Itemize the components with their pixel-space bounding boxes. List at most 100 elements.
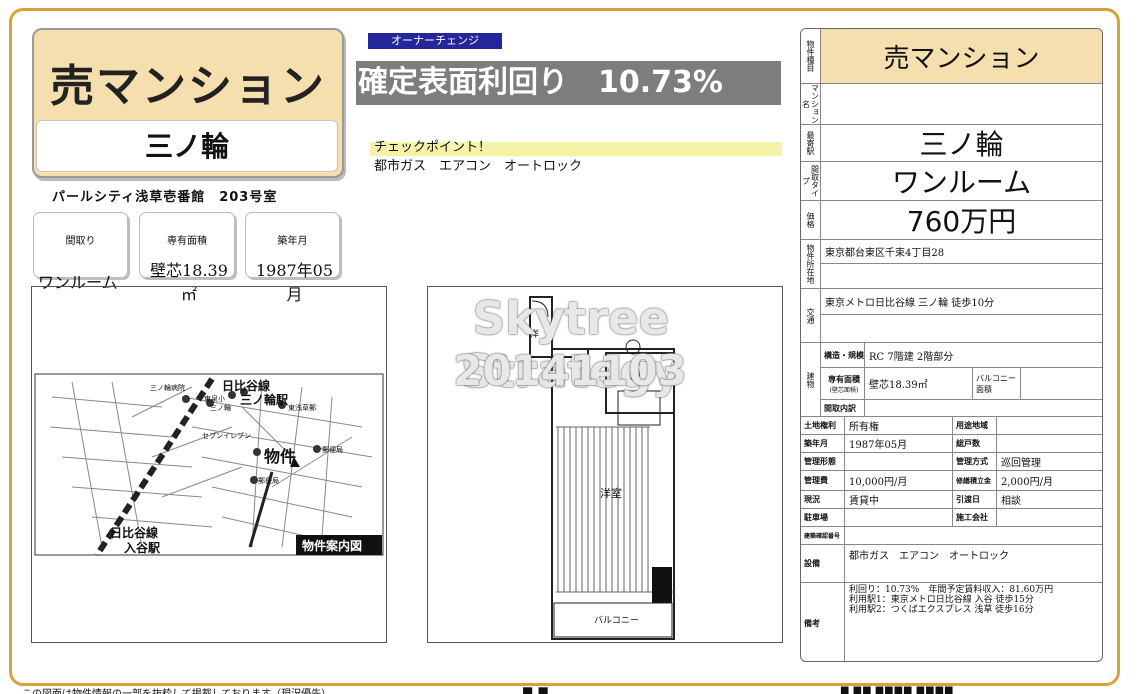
spec-label: 交通 — [801, 289, 821, 342]
footer-note: この図面は物件情報の一部を抜粋して掲載しております（現況優先） — [22, 685, 331, 694]
spec-built-value: 1987年05月 — [845, 435, 953, 452]
spec-sublabel: 設備 — [801, 545, 845, 582]
watermark-date: 20141103 — [453, 346, 687, 395]
spec-status-value: 賃貸中 — [845, 491, 953, 508]
spec-sublabel: 管理費 — [801, 471, 845, 490]
spec-sublabel: 管理方式 — [953, 453, 997, 470]
map-poi-label: 東浅草郵 — [288, 404, 316, 412]
map-station-label: 三ノ輪駅 — [240, 393, 289, 407]
spec-station-value: 三ノ輪 — [919, 128, 1004, 161]
spec-label: 建物 — [801, 343, 821, 416]
spec-row-building: 建物 構造・規模 RC 7階建 2階部分 専有面積 (壁芯面積) 壁芯18.39㎡… — [801, 343, 1102, 417]
spec-label: 物件種目 — [801, 29, 821, 83]
spec-price-value: 760万円 — [906, 205, 1017, 238]
built-card-label: 築年月 — [277, 236, 308, 247]
spec-row-layout: 間取タイプ ワンルーム — [801, 162, 1102, 201]
spec-row-mgmt: 管理形態 管理方式 巡回管理 — [801, 453, 1102, 471]
spec-row-address: 物件所在地 東京都台東区千束4丁目28 — [801, 240, 1102, 289]
spec-equip-value: 都市ガス エアコン オートロック — [849, 551, 1009, 562]
map-property-label: 物件 — [264, 447, 297, 466]
spec-sublabel: 総戸数 — [953, 435, 997, 452]
spec-sublabel: 備考 — [801, 583, 845, 661]
yield-banner: 確定表面利回り 10.73% — [356, 61, 781, 105]
map-poi-label: セブンイレブン — [202, 432, 251, 440]
layout-card-label: 間取り — [65, 236, 96, 247]
spec-label: 価格 — [801, 201, 821, 239]
plan-balcony-label: バルコニー — [594, 616, 639, 626]
spec-sublabel: 用途地域 — [953, 417, 997, 434]
built-card: 築年月 1987年05月 — [245, 212, 340, 304]
spec-mgmt-method-value: 巡回管理 — [1001, 458, 1041, 469]
spec-row-parking: 駐車場 施工会社 — [801, 509, 1102, 527]
spec-sublabel: 施工会社 — [953, 509, 997, 526]
station-box: 三ノ輪 — [36, 120, 338, 172]
spec-traffic-value: 東京メトロ日比谷線 三ノ輪 徒歩10分 — [821, 289, 1102, 315]
spec-row-notes: 備考 利回り：10.73% 年間予定賃料収入：81.60万円 利用駅1：東京メト… — [801, 583, 1102, 661]
spec-row-type: 物件種目 売マンション — [801, 29, 1102, 84]
spec-label: 間取タイプ — [801, 162, 821, 200]
spec-sublabel: 間取内訳 — [821, 400, 865, 417]
plan-room-label: 洋室 — [600, 487, 622, 500]
spec-row-equipment: 設備 都市ガス エアコン オートロック — [801, 545, 1102, 583]
spec-address-value: 東京都台東区千束4丁目28 — [821, 240, 1102, 264]
spec-area-value: 壁芯18.39㎡ — [865, 368, 973, 399]
spec-mgmt-form-value — [845, 453, 953, 470]
spec-repair-value: 2,000円/月 — [1001, 477, 1053, 488]
map-station-label: 入谷駅 — [124, 541, 161, 555]
spec-area-label: 専有面積 — [828, 374, 860, 384]
property-type-title: 売マンション — [50, 61, 326, 112]
spec-land-right-value: 所有権 — [845, 417, 953, 434]
station-name: 三ノ輪 — [144, 130, 229, 163]
spec-notes: 利回り：10.73% 年間予定賃料収入：81.60万円 利用駅1：東京メトロ日比… — [849, 585, 1053, 615]
spec-parking-value — [845, 509, 953, 526]
footer-right: ■ ■■ ■■■■ ■■■■ — [840, 685, 954, 694]
spec-structure-value: RC 7階建 2階部分 — [869, 351, 954, 363]
footer-mark: ■ ■ — [522, 684, 549, 694]
spec-sublabel: 修繕積立金 — [953, 471, 997, 490]
checkpoint-title: チェックポイント！ — [374, 140, 492, 155]
spec-sublabel: 引渡日 — [953, 491, 997, 508]
area-card: 専有面積 壁芯18.39㎡ — [139, 212, 235, 304]
owner-change-badge: オーナーチェンジ — [368, 33, 502, 49]
spec-sublabel: 管理形態 — [801, 453, 845, 470]
spec-sublabel: 築年月 — [801, 435, 845, 452]
spec-row-status: 現況 賃貸中 引渡日 相談 — [801, 491, 1102, 509]
spec-sublabel: 駐車場 — [801, 509, 845, 526]
spec-label: 最寄駅 — [801, 125, 821, 161]
area-card-label: 専有面積 — [167, 236, 207, 247]
spec-row-land: 土地権利 所有権 用途地域 — [801, 417, 1102, 435]
spec-row-fees: 管理費 10,000円/月 修繕積立金 2,000円/月 — [801, 471, 1102, 491]
spec-sublabel: 現況 — [801, 491, 845, 508]
layout-card: 間取り ワンルーム — [33, 212, 128, 292]
spec-sublabel: 構造・規模 — [821, 343, 865, 367]
spec-balcony-label: バルコニー面積 — [973, 368, 1021, 399]
spec-row-price: 価格 760万円 — [801, 201, 1102, 240]
map-poi-label: 三ノ輪 — [210, 404, 231, 412]
spec-note-line: 利用駅1：東京メトロ日比谷線 入谷 徒歩15分 — [849, 595, 1034, 605]
spec-layout-value: ワンルーム — [891, 166, 1032, 199]
checkpoint-items: 都市ガス エアコン オートロック — [374, 159, 583, 174]
spec-handover-value: 相談 — [1001, 496, 1021, 507]
spec-label: マンション名 — [801, 84, 821, 124]
map-caption: 物件案内図 — [302, 539, 363, 553]
spec-note-line: 利回り：10.73% 年間予定賃料収入：81.60万円 — [849, 585, 1054, 595]
spec-structure: 構造・規模 RC 7階建 2階部分 — [821, 343, 1102, 368]
spec-row-permit: 建築確認番号 — [801, 527, 1102, 545]
spec-sublabel: 専有面積 (壁芯面積) — [821, 368, 865, 399]
spec-mgmt-fee-value: 10,000円/月 — [845, 471, 953, 490]
spec-row-built: 築年月 1987年05月 総戸数 — [801, 435, 1102, 453]
spec-table: 物件種目 売マンション マンション名 最寄駅 三ノ輪 間取タイプ ワンルーム 価… — [800, 28, 1103, 662]
spec-row-station: 最寄駅 三ノ輪 — [801, 125, 1102, 162]
spec-layout-detail: 間取内訳 — [821, 400, 1102, 417]
spec-type-value: 売マンション — [883, 43, 1040, 74]
spec-sublabel: 土地権利 — [801, 417, 845, 434]
location-map: 日比谷線 三ノ輪駅 三ノ輪病院 東泉小 三ノ輪 東浅草郵 セブンイレブン 郵便局… — [31, 286, 387, 643]
spec-row-name: マンション名 — [801, 84, 1102, 125]
spec-note-line: 利用駅2：つくばエクスプレス 浅草 徒歩16分 — [849, 605, 1034, 615]
spec-area-sub: (壁芯面積) — [829, 386, 859, 394]
spec-area: 専有面積 (壁芯面積) 壁芯18.39㎡ バルコニー面積 — [821, 368, 1102, 400]
spec-sublabel: 建築確認番号 — [801, 527, 845, 544]
map-graphic — [34, 373, 384, 557]
map-poi-label: 郵便局 — [322, 446, 343, 454]
building-name: パールシティ浅草壱番館 203号室 — [52, 190, 278, 205]
